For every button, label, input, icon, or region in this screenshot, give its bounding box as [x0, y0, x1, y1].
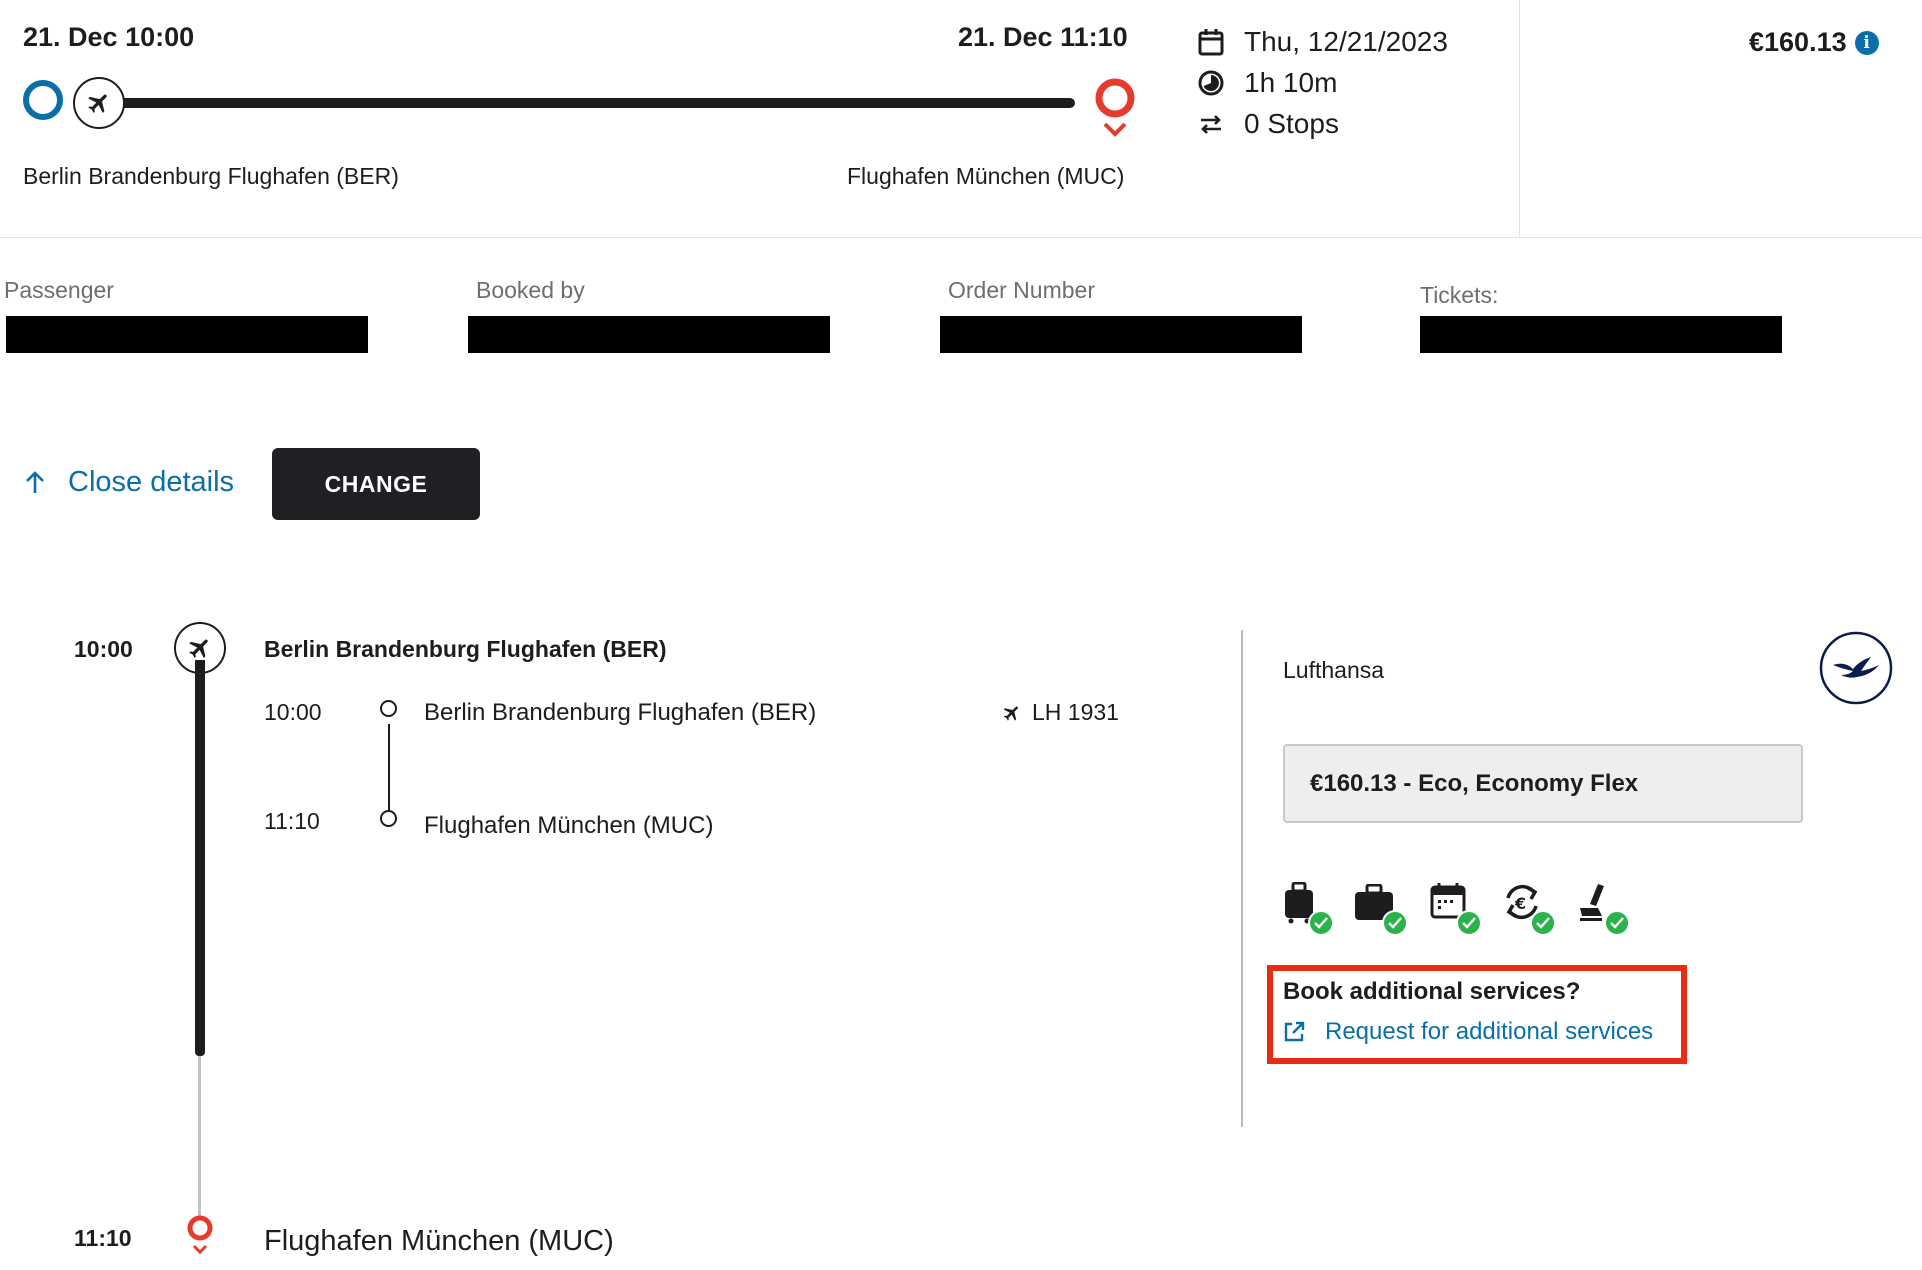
tickets-redacted: [1420, 316, 1782, 353]
booked-by-redacted: [468, 316, 830, 353]
calendar-icon: [1196, 28, 1226, 56]
external-link-icon: [1283, 1021, 1305, 1043]
airline-name: Lufthansa: [1283, 657, 1385, 683]
destination-marker-icon: [1092, 76, 1138, 145]
segment-arrival-airport: Flughafen München (MUC): [424, 812, 714, 839]
seat-selection-icon: [1574, 880, 1630, 936]
request-additional-services-label: Request for additional services: [1325, 1018, 1654, 1045]
check-icon: [1530, 910, 1556, 936]
close-details-link[interactable]: Close details: [24, 466, 234, 499]
summary-divider-vertical: [1519, 0, 1520, 237]
check-icon: [1456, 910, 1482, 936]
origin-airport: Berlin Brandenburg Flughafen (BER): [23, 163, 399, 189]
date-row: Thu, 12/21/2023: [1196, 24, 1448, 60]
trip-stops: 0 Stops: [1244, 108, 1339, 139]
origin-marker-icon: [23, 80, 63, 120]
price-summary: €160.13 i: [1749, 27, 1879, 58]
plane-icon: [73, 77, 125, 129]
flight-number-label: LH 1931: [1032, 699, 1119, 725]
departure-time: 10:00: [74, 636, 133, 662]
segment-start-dot: [380, 700, 397, 717]
booked-by-label: Booked by: [476, 277, 585, 303]
carry-on-bag-icon: [1278, 880, 1334, 936]
fare-option[interactable]: €160.13 - Eco, Economy Flex: [1283, 744, 1803, 823]
timeline-grey-line: [198, 1056, 201, 1216]
segment-line: [388, 724, 390, 816]
stops-row: 0 Stops: [1196, 106, 1448, 142]
order-number-redacted: [940, 316, 1302, 353]
check-icon: [1604, 910, 1630, 936]
arrival-time: 11:10: [74, 1225, 132, 1251]
tickets-label: Tickets:: [1420, 282, 1499, 308]
checked-bag-icon: [1352, 880, 1408, 936]
segment-departure-time: 10:00: [264, 699, 322, 725]
route-line: [110, 98, 1075, 108]
duration-row: 1h 10m: [1196, 65, 1448, 101]
request-additional-services-link[interactable]: Request for additional services: [1283, 1018, 1653, 1046]
passenger-redacted: [6, 316, 368, 353]
check-icon: [1308, 910, 1334, 936]
destination-airport: Flughafen München (MUC): [847, 163, 1125, 189]
departure-datetime: 21. Dec 10:00: [23, 22, 195, 52]
segment-departure-airport: Berlin Brandenburg Flughafen (BER): [424, 699, 817, 726]
refund-euro-icon: €: [1500, 880, 1556, 936]
check-icon: [1382, 910, 1408, 936]
timeline-main-line: [195, 660, 205, 1056]
panel-divider: [1241, 630, 1243, 1127]
segment-end-dot: [380, 810, 397, 827]
info-icon[interactable]: i: [1854, 30, 1879, 55]
lufthansa-logo: [1819, 631, 1893, 710]
trip-duration: 1h 10m: [1244, 67, 1338, 98]
trip-date: Thu, 12/21/2023: [1244, 26, 1448, 57]
svg-text:€: €: [1514, 894, 1526, 913]
flight-number: LH 1931: [1002, 699, 1119, 726]
passenger-label: Passenger: [4, 277, 114, 303]
summary-divider: [0, 237, 1922, 238]
total-price: €160.13: [1749, 27, 1847, 57]
arrow-up-icon: [24, 470, 46, 495]
departure-airport-title: Berlin Brandenburg Flughafen (BER): [264, 636, 667, 662]
arrival-datetime: 21. Dec 11:10: [958, 22, 1128, 52]
swap-arrows-icon: [1196, 113, 1226, 135]
arrival-airport-title: Flughafen München (MUC): [264, 1225, 614, 1257]
rebooking-calendar-icon: [1426, 880, 1482, 936]
small-plane-icon: [1002, 703, 1022, 723]
trip-meta: Thu, 12/21/2023 1h 10m 0 Stops: [1196, 24, 1448, 142]
timeline-destination-marker-icon: [184, 1214, 216, 1263]
additional-services-title: Book additional services?: [1283, 978, 1581, 1005]
clock-icon: [1196, 69, 1226, 97]
change-button[interactable]: CHANGE: [272, 448, 480, 520]
order-number-label: Order Number: [948, 277, 1095, 303]
close-details-label: Close details: [68, 466, 235, 498]
segment-arrival-time: 11:10: [264, 808, 320, 834]
